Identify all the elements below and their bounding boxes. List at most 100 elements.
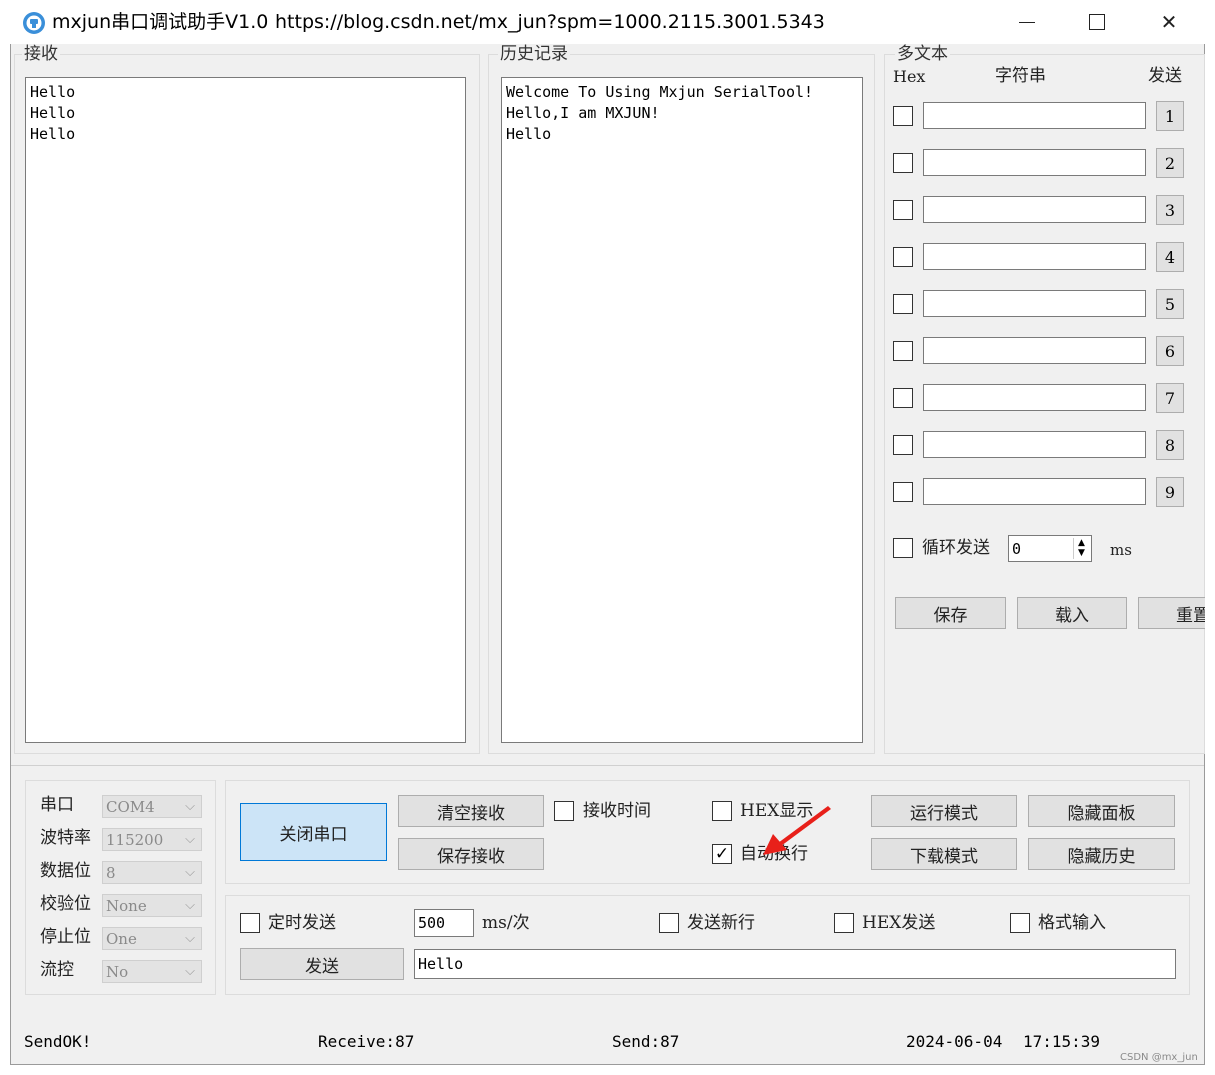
timed-send-label: 定时发送 — [268, 913, 336, 933]
app-title: mxjun串口调试助手V1.0 — [52, 11, 269, 33]
timed-send-checkbox[interactable] — [240, 913, 260, 933]
load-multi-button[interactable]: 载入 — [1017, 597, 1127, 629]
chevron-down-icon: ⌵ — [185, 799, 195, 814]
maximize-icon — [1089, 14, 1105, 30]
close-port-button[interactable]: 关闭串口 — [240, 803, 387, 861]
send-button[interactable]: 发送 — [240, 948, 404, 980]
port-setting-label: 数据位 — [40, 861, 91, 881]
multi-string-input[interactable] — [923, 149, 1146, 176]
multi-string-input[interactable] — [923, 431, 1146, 458]
checkmark-icon: ✓ — [714, 843, 730, 864]
multi-hex-checkbox[interactable] — [893, 247, 913, 267]
send-text-input[interactable]: Hello — [414, 949, 1176, 979]
spin-up-icon[interactable]: ▲ — [1074, 538, 1089, 548]
port-setting-label: 流控 — [40, 960, 74, 980]
port-setting-value: 115200 — [106, 830, 164, 849]
red-arrow-annotation — [763, 806, 831, 855]
chevron-down-icon: ⌵ — [185, 832, 195, 847]
hide-panel-button[interactable]: 隐藏面板 — [1028, 795, 1175, 827]
multi-string-input[interactable] — [923, 337, 1146, 364]
port-setting-select[interactable]: No ⌵ — [102, 960, 202, 983]
clear-receive-button[interactable]: 清空接收 — [398, 795, 544, 827]
multi-string-input[interactable] — [923, 196, 1146, 223]
multi-send-button[interactable]: 6 — [1156, 336, 1184, 366]
loop-send-checkbox[interactable] — [893, 538, 913, 558]
reset-multi-button[interactable]: 重置 — [1138, 597, 1205, 629]
hide-history-button[interactable]: 隐藏历史 — [1028, 838, 1175, 870]
loop-interval-value: 0 — [1012, 539, 1022, 558]
close-button[interactable]: ✕ — [1134, 0, 1204, 44]
receive-count: Receive:87 — [318, 1032, 415, 1051]
port-setting-select[interactable]: None ⌵ — [102, 894, 202, 917]
multi-send-button[interactable]: 3 — [1156, 195, 1184, 225]
status-message: SendOK! — [24, 1032, 92, 1051]
loop-send-label: 循环发送 — [922, 538, 990, 558]
multi-hex-checkbox[interactable] — [893, 435, 913, 455]
interval-input[interactable]: 500 — [414, 909, 474, 937]
download-mode-button[interactable]: 下载模式 — [871, 838, 1017, 870]
multi-text-label: 多文本 — [895, 44, 950, 64]
port-setting-select[interactable]: 8 ⌵ — [102, 861, 202, 884]
multi-hex-checkbox[interactable] — [893, 153, 913, 173]
interval-unit-label: ms/次 — [482, 913, 530, 933]
port-setting-select[interactable]: COM4 ⌵ — [102, 795, 202, 818]
status-date: 2024-06-04 — [906, 1032, 1003, 1051]
multi-hex-checkbox[interactable] — [893, 388, 913, 408]
multi-hex-checkbox[interactable] — [893, 200, 913, 220]
send-newline-label: 发送新行 — [687, 913, 755, 933]
loop-unit-label: ms — [1110, 541, 1132, 559]
hex-send-checkbox[interactable] — [834, 913, 854, 933]
multi-hex-checkbox[interactable] — [893, 341, 913, 361]
format-input-checkbox[interactable] — [1010, 913, 1030, 933]
multi-send-button[interactable]: 8 — [1156, 430, 1184, 460]
reset-label: 重置 — [1176, 605, 1205, 626]
port-setting-value: COM4 — [106, 797, 155, 816]
multi-string-input[interactable] — [923, 243, 1146, 270]
maximize-button[interactable] — [1062, 0, 1132, 44]
multi-send-button[interactable]: 9 — [1156, 477, 1184, 507]
receive-label: 接收 — [22, 44, 60, 64]
multi-send-button[interactable]: 4 — [1156, 242, 1184, 272]
send-group — [225, 895, 1190, 995]
receive-textarea[interactable]: Hello Hello Hello — [25, 77, 466, 743]
receive-time-checkbox[interactable] — [554, 801, 574, 821]
multi-hex-checkbox[interactable] — [893, 294, 913, 314]
interval-value: 500 — [418, 914, 446, 932]
auto-wrap-checkbox[interactable]: ✓ — [712, 844, 732, 864]
multi-string-input[interactable] — [923, 102, 1146, 129]
multi-send-button[interactable]: 7 — [1156, 383, 1184, 413]
multi-send-button[interactable]: 5 — [1156, 289, 1184, 319]
save-receive-button[interactable]: 保存接收 — [398, 838, 544, 870]
port-setting-select[interactable]: 115200 ⌵ — [102, 828, 202, 851]
hex-display-checkbox[interactable] — [712, 801, 732, 821]
multi-hex-checkbox[interactable] — [893, 482, 913, 502]
port-setting-label: 串口 — [40, 795, 74, 815]
port-setting-value: One — [106, 929, 137, 948]
port-setting-select[interactable]: One ⌵ — [102, 927, 202, 950]
port-setting-label: 波特率 — [40, 828, 91, 848]
port-setting-label: 校验位 — [40, 894, 91, 914]
send-newline-checkbox[interactable] — [659, 913, 679, 933]
history-textarea[interactable]: Welcome To Using Mxjun SerialTool! Hello… — [501, 77, 863, 743]
minimize-button[interactable] — [992, 0, 1062, 44]
port-setting-value: No — [106, 962, 129, 981]
multi-send-button[interactable]: 2 — [1156, 148, 1184, 178]
run-mode-button[interactable]: 运行模式 — [871, 795, 1017, 827]
save-multi-button[interactable]: 保存 — [895, 597, 1006, 629]
app-icon — [22, 11, 46, 35]
spin-buttons[interactable]: ▲ ▼ — [1073, 538, 1089, 559]
chevron-down-icon: ⌵ — [185, 964, 195, 979]
title-bar: mxjun串口调试助手V1.0 https://blog.csdn.net/mx… — [10, 0, 1205, 44]
watermark: CSDN @mx_jun — [1120, 1052, 1198, 1063]
spin-down-icon[interactable]: ▼ — [1074, 548, 1089, 558]
format-input-label: 格式输入 — [1038, 913, 1106, 933]
multi-string-input[interactable] — [923, 384, 1146, 411]
loop-interval-spinbox[interactable]: 0 ▲ ▼ — [1008, 535, 1092, 562]
port-setting-value: None — [106, 896, 147, 915]
chevron-down-icon: ⌵ — [185, 931, 195, 946]
bottom-divider — [11, 765, 1204, 766]
multi-string-input[interactable] — [923, 478, 1146, 505]
multi-hex-checkbox[interactable] — [893, 106, 913, 126]
multi-string-input[interactable] — [923, 290, 1146, 317]
multi-send-button[interactable]: 1 — [1156, 101, 1184, 131]
